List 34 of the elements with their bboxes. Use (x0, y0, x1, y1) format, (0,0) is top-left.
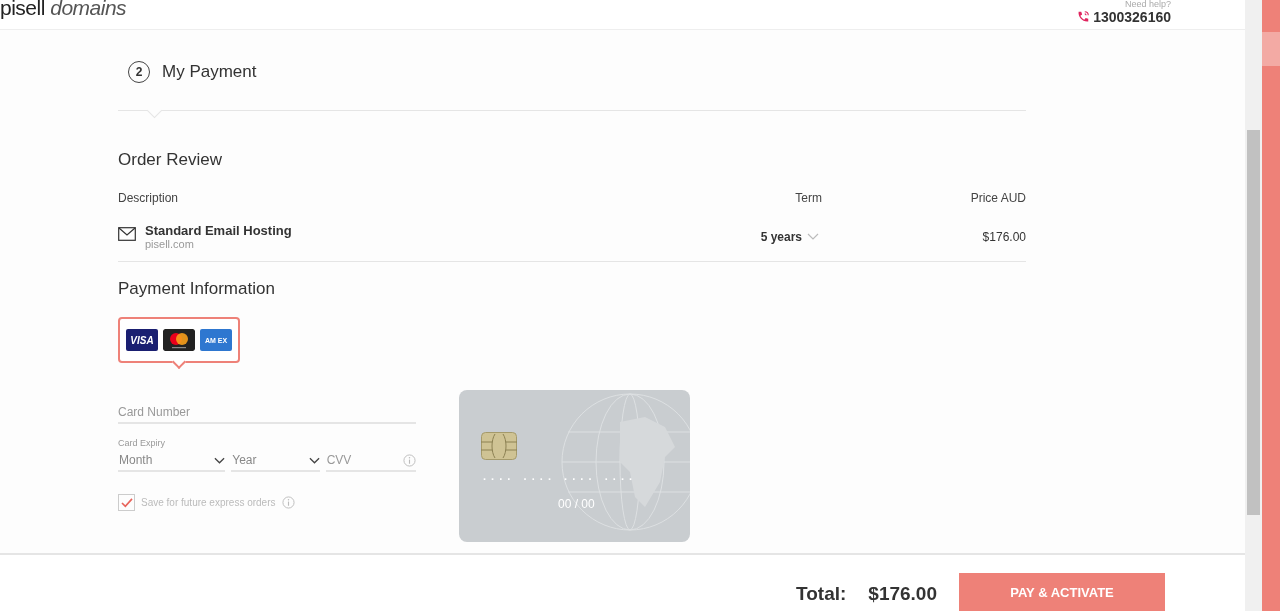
month-select[interactable]: Month (118, 450, 226, 472)
domain-name: pisell.com (145, 238, 195, 250)
total-amount: $176.00 (868, 583, 937, 605)
section-title: Order Review (118, 149, 223, 171)
chip-icon (481, 432, 517, 460)
column-header: Price AUD (969, 191, 1026, 205)
checkbox-label: Save for future express orders (141, 497, 276, 508)
phone-icon (1076, 10, 1091, 24)
logo[interactable]: pisell domains (0, 0, 127, 17)
step-title: My Payment (162, 62, 257, 82)
mastercard-icon[interactable] (163, 329, 195, 351)
card-number-field[interactable]: Card Number (118, 402, 416, 424)
term-dropdown[interactable]: 5 years (760, 229, 822, 244)
section-title: Payment Information (118, 278, 276, 300)
chevron-icon (308, 456, 320, 464)
checkbox[interactable] (118, 494, 135, 511)
column-header: Description (118, 191, 180, 205)
info-icon[interactable] (403, 453, 416, 467)
price: $176.00 (981, 229, 1026, 244)
product-name: Standard Email Hosting (145, 223, 292, 238)
chevron-icon (807, 233, 819, 240)
info-icon[interactable] (281, 496, 295, 509)
phone-number[interactable]: 1300326160 (1093, 9, 1171, 25)
cvv-field[interactable]: CVV (326, 453, 387, 467)
total-label: Total: (796, 583, 847, 605)
field-label: Card Expiry (118, 438, 166, 448)
column-header: Term (794, 191, 822, 205)
card-number-mask: . . . . . . . . . . . . . . . . (483, 470, 634, 482)
scrollbar[interactable] (1245, 0, 1262, 611)
chevron-icon (214, 456, 226, 464)
help-label: Need help? (1124, 0, 1171, 9)
envelope-icon (118, 227, 136, 241)
year-select[interactable]: Year (231, 450, 320, 472)
visa-card[interactable]: VISA (126, 329, 158, 351)
